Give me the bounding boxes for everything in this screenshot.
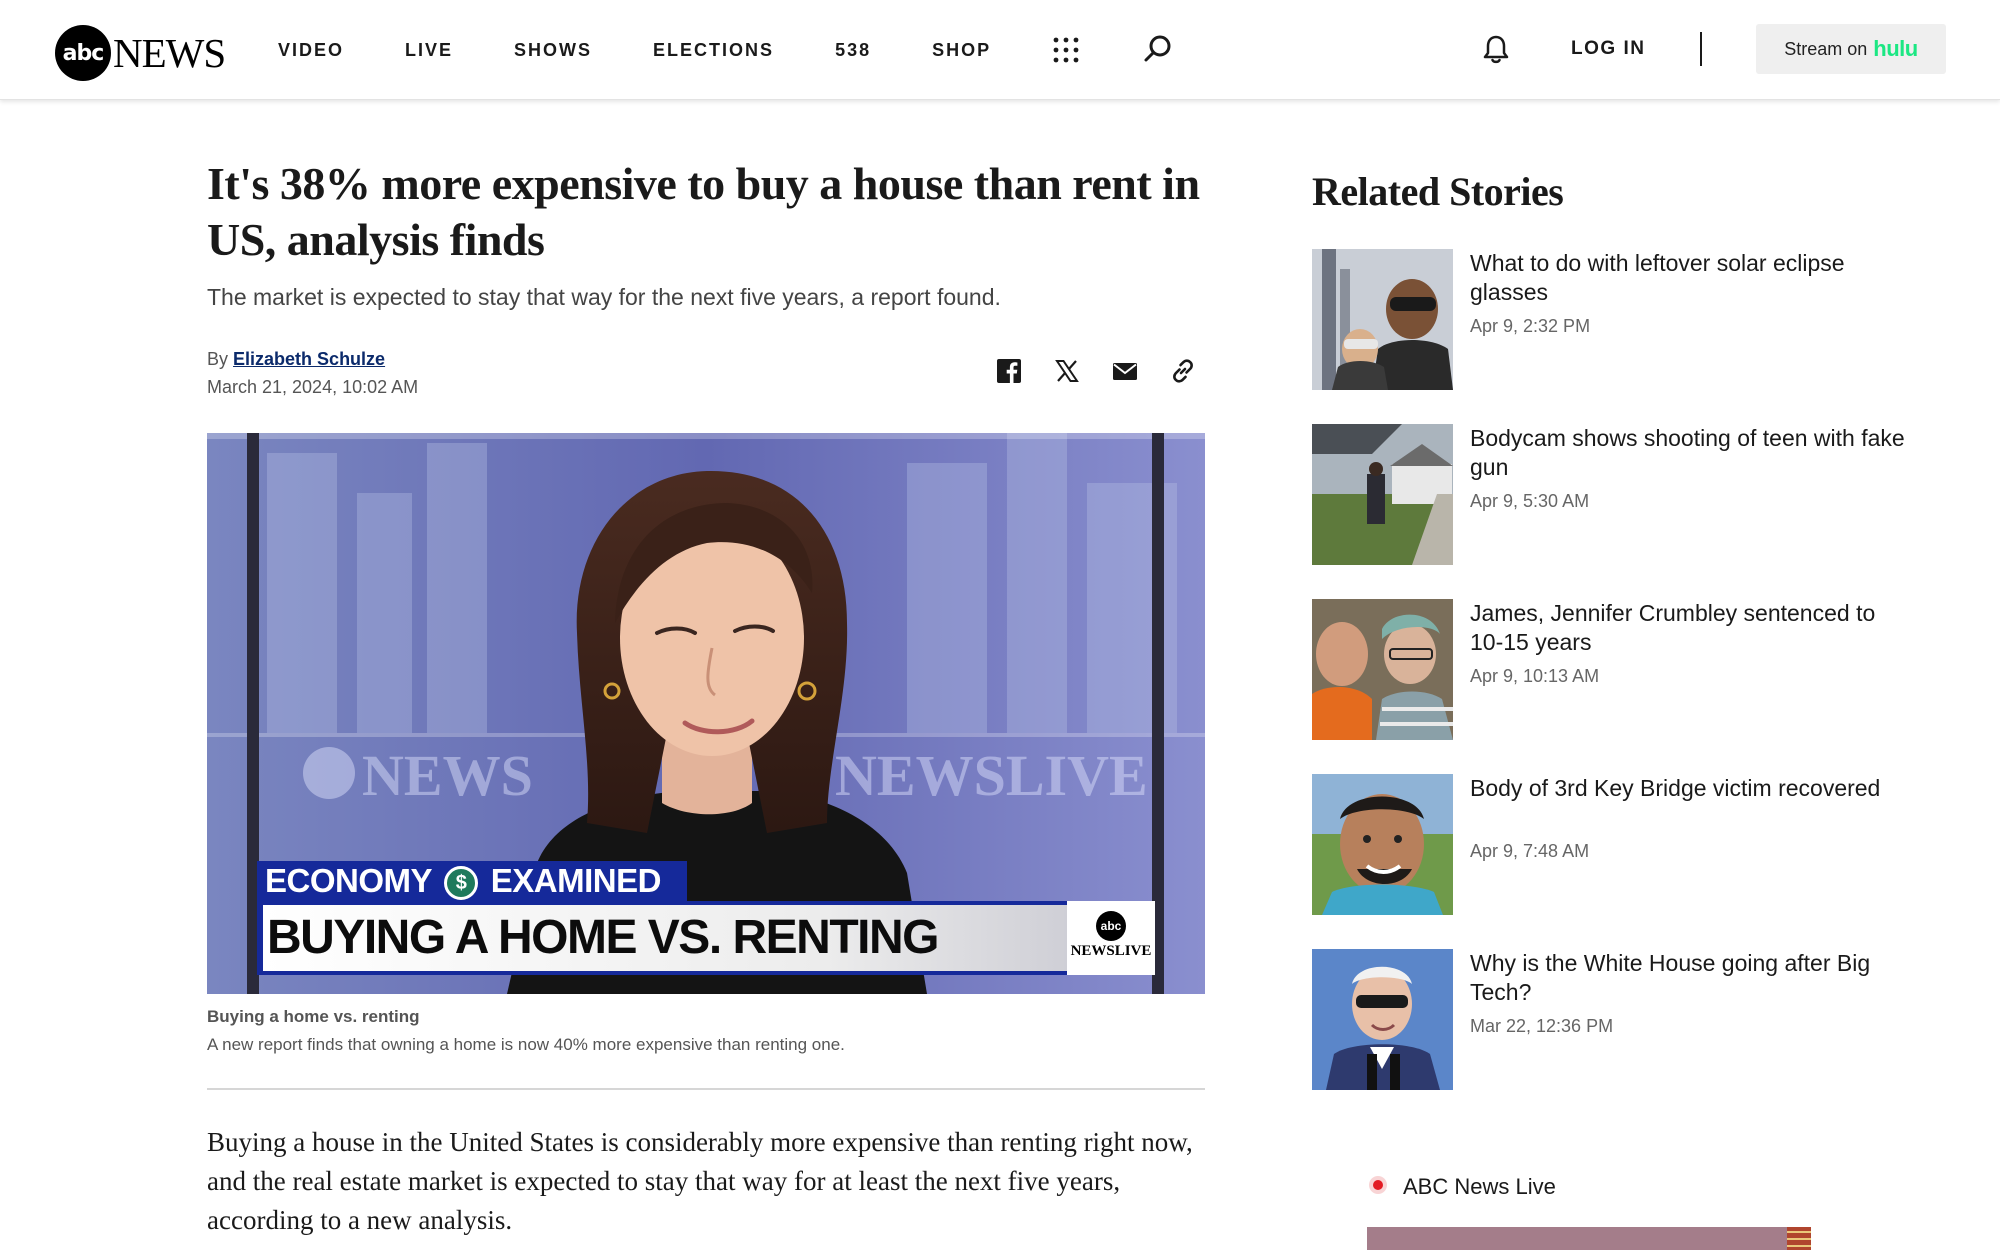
facebook-icon[interactable]: [994, 356, 1024, 386]
nav-live[interactable]: LIVE: [405, 40, 453, 61]
story-thumbnail: [1312, 599, 1453, 740]
badge-abc-mark: abc: [1096, 911, 1126, 941]
abc-logo-wordmark: NEWS: [113, 30, 226, 76]
backdrop-news-text: NEWS: [362, 743, 533, 808]
email-icon[interactable]: [1110, 356, 1140, 386]
story-thumbnail: [1312, 774, 1453, 915]
abc-news-live-label[interactable]: ABC News Live: [1403, 1174, 1556, 1200]
story-thumbnail: [1312, 249, 1453, 390]
lower-third-kicker: ECONOMY $ EXAMINED: [257, 861, 687, 901]
story-title: What to do with leftover solar eclipse g…: [1470, 250, 1845, 305]
nav-shop[interactable]: SHOP: [932, 40, 991, 61]
dollar-icon: $: [444, 866, 479, 900]
bell-icon[interactable]: [1480, 33, 1512, 65]
x-icon[interactable]: [1052, 356, 1082, 386]
story-date: Apr 9, 5:30 AM: [1470, 491, 1590, 511]
story-thumbnail: [1312, 949, 1453, 1090]
live-indicator-dot: [1373, 1180, 1383, 1190]
lower-third-main: BUYING A HOME VS. RENTING: [257, 901, 1067, 975]
site-header: abc NEWS VIDEO LIVE SHOWS ELECTIONS 538 …: [0, 0, 2000, 100]
main-nav: VIDEO LIVE SHOWS ELECTIONS 538 SHOP: [278, 0, 1052, 100]
byline-prefix: By: [207, 349, 229, 369]
publish-date: March 21, 2024, 10:02 AM: [207, 377, 419, 397]
stream-on-hulu-button[interactable]: Stream on hulu: [1756, 24, 1946, 74]
related-story-4[interactable]: Body of 3rd Key Bridge victim recovered …: [1312, 774, 1912, 916]
abc-logo-mark: abc: [55, 25, 111, 81]
story-date: Apr 9, 10:13 AM: [1470, 666, 1600, 686]
story-title: Bodycam shows shooting of teen with fake…: [1470, 425, 1905, 480]
story-thumbnail: [1312, 424, 1453, 565]
search-icon[interactable]: [1143, 34, 1173, 64]
backdrop-newslive-text: NEWSLIVE: [835, 743, 1148, 808]
grid-menu-icon[interactable]: [1053, 37, 1079, 63]
nav-elections[interactable]: ELECTIONS: [653, 40, 774, 61]
nav-shows[interactable]: SHOWS: [514, 40, 592, 61]
abc-news-live-badge: abc NEWSLIVE: [1067, 901, 1155, 975]
image-caption-text: A new report finds that owning a home is…: [207, 1035, 845, 1054]
related-story-5[interactable]: Why is the White House going after Big T…: [1312, 949, 1912, 1091]
story-title: James, Jennifer Crumbley sentenced to 10…: [1470, 600, 1876, 655]
byline: By Elizabeth Schulze: [207, 349, 385, 370]
link-icon[interactable]: [1168, 356, 1198, 386]
kicker-right: EXAMINED: [490, 862, 662, 899]
abc-news-logo[interactable]: abc NEWS: [55, 25, 226, 81]
article-divider: [207, 1088, 1205, 1090]
related-story-2[interactable]: Bodycam shows shooting of teen with fake…: [1312, 424, 1912, 566]
login-link[interactable]: LOG IN: [1571, 38, 1645, 60]
story-date: Apr 9, 7:48 AM: [1470, 841, 1590, 861]
related-story-3[interactable]: James, Jennifer Crumbley sentenced to 10…: [1312, 599, 1912, 741]
live-stream-thumbnail[interactable]: [1367, 1227, 1811, 1250]
hulu-logo: hulu: [1873, 36, 1918, 61]
author-link[interactable]: Elizabeth Schulze: [233, 349, 385, 369]
related-stories-heading: Related Stories: [1312, 169, 1564, 214]
article-body-paragraph: Buying a house in the United States is c…: [207, 1127, 1193, 1235]
article-subhead: The market is expected to stay that way …: [207, 284, 1001, 310]
nav-video[interactable]: VIDEO: [278, 40, 344, 61]
article-headline: It's 38% more expensive to buy a house t…: [207, 158, 1200, 265]
image-caption-title: Buying a home vs. renting: [207, 1007, 420, 1026]
kicker-left: ECONOMY: [265, 862, 432, 899]
story-title: Body of 3rd Key Bridge victim recovered: [1470, 775, 1881, 801]
story-title: Why is the White House going after Big T…: [1470, 950, 1871, 1005]
related-story-1[interactable]: What to do with leftover solar eclipse g…: [1312, 249, 1912, 391]
lower-third-title: BUYING A HOME VS. RENTING: [263, 905, 1067, 971]
badge-text: NEWSLIVE: [1070, 943, 1152, 959]
nav-538[interactable]: 538: [835, 40, 871, 61]
stream-prefix: Stream on: [1784, 38, 1868, 59]
header-divider: [1700, 32, 1702, 66]
hero-video-still[interactable]: NEWS NEWSLIVE ECONOMY $ EXAMINED BUYING …: [207, 433, 1205, 994]
story-date: Mar 22, 12:36 PM: [1470, 1016, 1614, 1036]
story-date: Apr 9, 2:32 PM: [1470, 316, 1591, 336]
